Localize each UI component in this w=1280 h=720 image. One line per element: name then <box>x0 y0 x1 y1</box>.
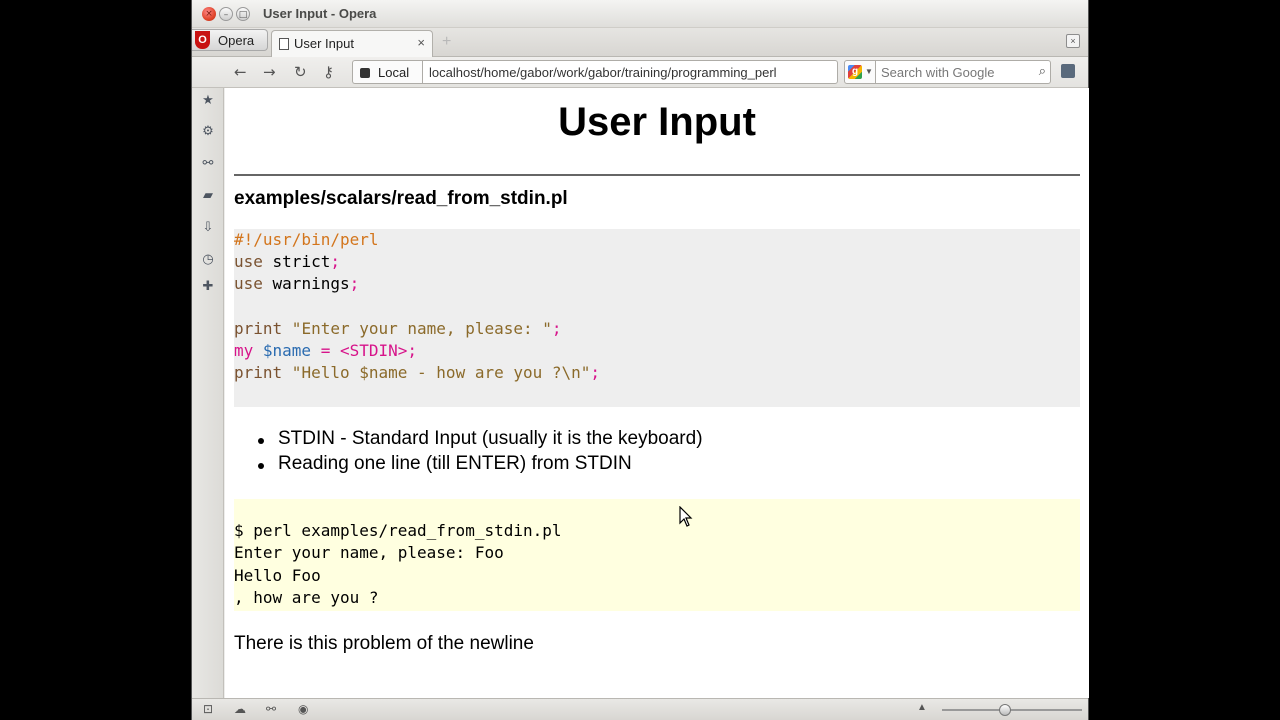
notes-icon[interactable]: ▰ <box>201 189 215 203</box>
tab-bar: O Opera User Input × + × <box>192 28 1088 57</box>
panel-toggle-icon[interactable]: ⊡ <box>203 702 213 716</box>
zoom-slider-handle[interactable] <box>999 704 1011 716</box>
page-viewport: User Input examples/scalars/read_from_st… <box>225 88 1089 698</box>
google-icon: g <box>848 65 862 79</box>
zoom-menu-icon[interactable]: ▲ <box>917 702 927 713</box>
window-maximize-button[interactable]: □ <box>236 7 250 21</box>
page-icon <box>279 38 289 50</box>
code-keyword: print <box>234 319 283 338</box>
unite-share-icon[interactable]: ⚯ <box>201 157 215 171</box>
back-arrow-icon[interactable]: ← <box>234 63 247 81</box>
bookmarks-star-icon[interactable]: ★ <box>201 94 215 108</box>
tab-label: User Input <box>294 36 354 51</box>
heading-divider <box>234 174 1080 176</box>
code-variable: $name <box>253 341 312 360</box>
code-punct: ; <box>590 363 601 382</box>
bullet-list: STDIN - Standard Input (usually it is th… <box>258 428 703 478</box>
code-keyword: use <box>234 252 263 271</box>
opera-menu-label: Opera <box>218 33 255 48</box>
code-keyword: use <box>234 274 263 293</box>
code-punct: ; <box>407 341 418 360</box>
address-field[interactable]: localhost/home/gabor/work/gabor/training… <box>422 60 838 84</box>
code-line: print "Hello $name - how are you ?\n"; <box>234 363 600 385</box>
add-panel-icon[interactable]: ✚ <box>201 280 215 294</box>
reload-icon[interactable]: ↻ <box>294 63 307 81</box>
title-bar: × – □ User Input - Opera <box>192 0 1088 28</box>
code-block: #!/usr/bin/perl use strict; use warnings… <box>234 229 1080 407</box>
code-keyword: my <box>234 341 254 360</box>
opera-menu-button[interactable]: O Opera <box>192 29 268 51</box>
browser-window: × – □ User Input - Opera O Opera User In… <box>191 0 1089 720</box>
close-panel-icon[interactable]: × <box>1066 34 1080 48</box>
opera-logo-icon: O <box>195 31 210 49</box>
search-icon[interactable]: ⌕ <box>1039 64 1046 79</box>
code-line: my $name = <STDIN>; <box>234 341 417 363</box>
bullet-icon <box>258 438 264 444</box>
code-string: "Enter your name, please: " <box>282 319 552 338</box>
tab-close-icon[interactable]: × <box>417 35 425 50</box>
status-bar: ⊡ ☁ ⚯ ◉ ▲ <box>192 698 1088 720</box>
bullet-icon <box>258 463 264 469</box>
list-item: STDIN - Standard Input (usually it is th… <box>258 428 703 453</box>
settings-gear-icon[interactable]: ⚙ <box>201 125 215 139</box>
window-close-button[interactable]: × <box>202 7 216 21</box>
page-title: User Input <box>558 100 756 144</box>
note-paragraph: There is this problem of the newline <box>234 633 534 654</box>
code-line: #!/usr/bin/perl <box>234 230 379 252</box>
output-line: $ perl examples/read_from_stdin.pl <box>234 521 562 540</box>
turbo-cloud-icon[interactable]: ☁ <box>234 702 246 716</box>
address-toolbar: ← → ↻ ⚷ Local localhost/home/gabor/work/… <box>192 57 1088 88</box>
output-line: Enter your name, please: Foo <box>234 543 504 562</box>
output-block: $ perl examples/read_from_stdin.pl Enter… <box>234 499 1080 611</box>
code-string: "Hello $name - how are you ?\n" <box>282 363 591 382</box>
chevron-down-icon: ▼ <box>865 67 873 76</box>
code-line: use warnings; <box>234 274 359 296</box>
code-line: print "Enter your name, please: "; <box>234 319 562 341</box>
speed-dial-icon[interactable]: ◉ <box>298 702 308 716</box>
file-heading: examples/scalars/read_from_stdin.pl <box>234 188 568 209</box>
code-keyword: print <box>234 363 283 382</box>
tab-user-input[interactable]: User Input × <box>271 30 433 57</box>
security-label: Local <box>378 65 410 80</box>
history-clock-icon[interactable]: ◷ <box>201 253 215 267</box>
code-line: use strict; <box>234 252 340 274</box>
list-item-text: Reading one line (till ENTER) from STDIN <box>278 453 632 474</box>
local-page-icon <box>360 68 370 78</box>
key-icon[interactable]: ⚷ <box>323 63 334 81</box>
security-badge[interactable]: Local <box>352 60 422 84</box>
output-line: , how are you ? <box>234 588 379 607</box>
downloads-icon[interactable]: ⇩ <box>201 221 215 235</box>
code-punct: ; <box>551 319 562 338</box>
code-punct: ; <box>349 274 360 293</box>
code-shebang: #!/usr/bin/perl <box>234 230 379 249</box>
forward-arrow-icon[interactable]: → <box>263 63 276 81</box>
search-placeholder: Search with Google <box>881 65 995 80</box>
code-text: warnings <box>262 274 350 293</box>
code-text: strict <box>262 252 331 271</box>
code-text: = <STDIN> <box>311 341 408 360</box>
code-punct: ; <box>330 252 340 271</box>
list-item: Reading one line (till ENTER) from STDIN <box>258 453 703 478</box>
list-item-text: STDIN - Standard Input (usually it is th… <box>278 428 703 449</box>
new-tab-icon[interactable]: + <box>442 34 451 50</box>
output-line: Hello Foo <box>234 566 321 585</box>
sidebar-panel: ★ ⚙ ⚯ ▰ ⇩ ◷ ✚ <box>192 88 224 698</box>
window-title: User Input - Opera <box>263 6 377 21</box>
mouse-pointer-icon <box>679 506 693 527</box>
window-minimize-button[interactable]: – <box>219 7 233 21</box>
extension-icon[interactable] <box>1061 64 1075 78</box>
search-input[interactable]: Search with Google ⌕ <box>876 60 1051 84</box>
search-engine-selector[interactable]: g ▼ <box>844 60 876 84</box>
zoom-slider[interactable] <box>942 709 1082 711</box>
unite-status-icon[interactable]: ⚯ <box>266 702 276 716</box>
